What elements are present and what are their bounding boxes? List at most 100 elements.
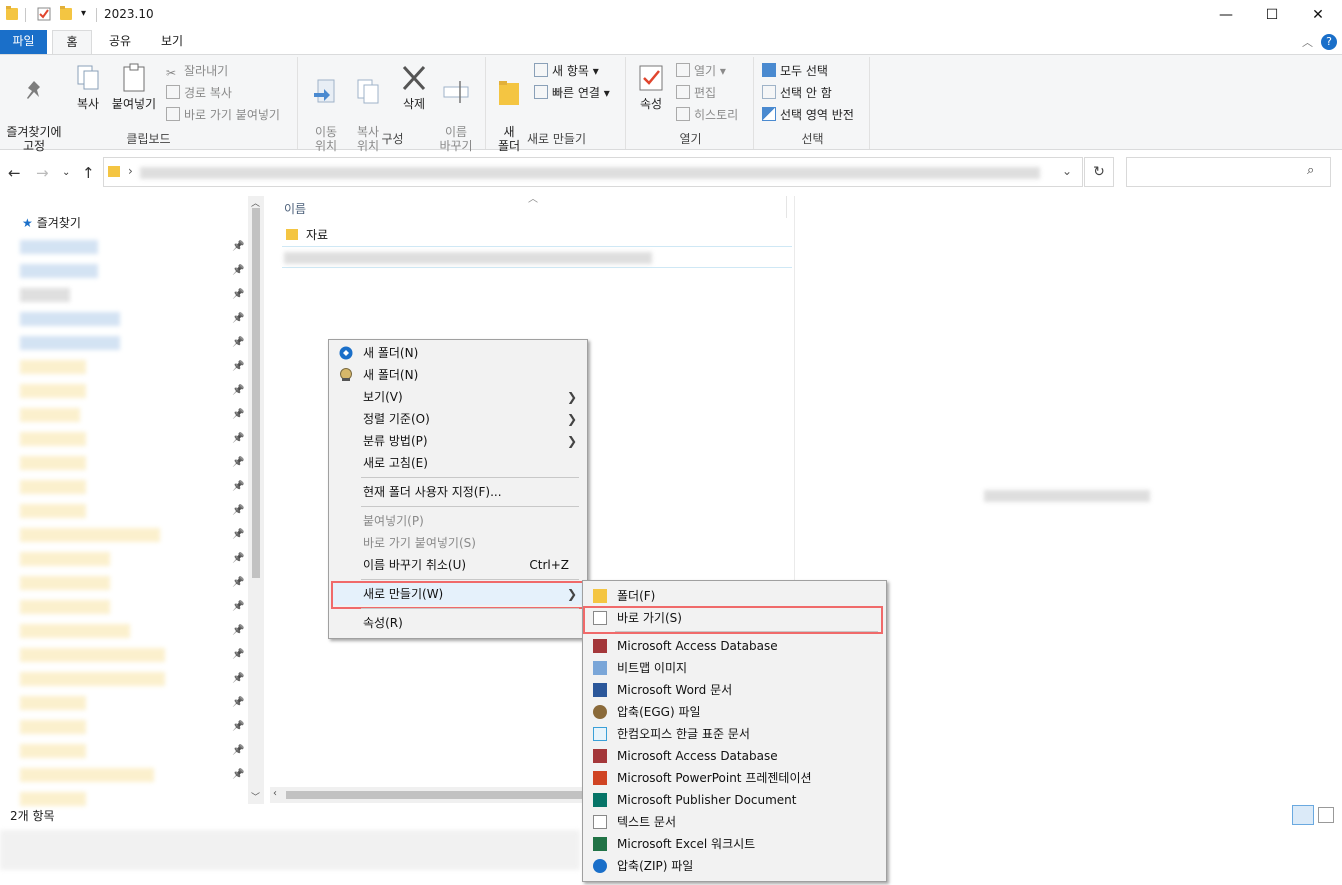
pin-icon[interactable]: 📌: [232, 242, 244, 252]
quick-access-item[interactable]: [20, 600, 110, 614]
address-bar[interactable]: › ⌄: [103, 157, 1083, 187]
properties-button[interactable]: 속성: [634, 63, 668, 111]
pin-icon[interactable]: 📌: [232, 338, 244, 348]
quick-access-item[interactable]: [20, 720, 86, 734]
new-menu-item[interactable]: 압축(EGG) 파일: [585, 701, 884, 723]
quick-access-item[interactable]: [20, 456, 86, 470]
paste-button[interactable]: 붙여넣기: [108, 63, 160, 111]
new-item-button[interactable]: 새 항목 ▾: [534, 61, 599, 81]
pin-icon[interactable]: 📌: [232, 482, 244, 492]
pin-icon[interactable]: 📌: [232, 554, 244, 564]
delete-button[interactable]: 삭제: [396, 63, 432, 111]
new-menu-item[interactable]: Microsoft Access Database: [585, 635, 884, 657]
address-dropdown-icon[interactable]: ⌄: [1062, 164, 1072, 178]
collapse-ribbon-icon[interactable]: ︿: [1302, 34, 1313, 50]
quick-access-item[interactable]: [20, 288, 70, 302]
menu-item-new-folder-2[interactable]: 새 폴더(N): [331, 364, 585, 386]
pin-icon[interactable]: 📌: [232, 674, 244, 684]
quick-access-item[interactable]: [20, 408, 80, 422]
help-icon[interactable]: ?: [1321, 34, 1337, 50]
menu-item-customize-folder[interactable]: 현재 폴더 사용자 지정(F)...: [331, 481, 585, 503]
menu-item-undo-rename[interactable]: 이름 바꾸기 취소(U) Ctrl+Z: [331, 554, 585, 576]
menu-item-paste-shortcut[interactable]: 바로 가기 붙여넣기(S): [331, 532, 585, 554]
menu-item-properties[interactable]: 속성(R): [331, 612, 585, 634]
pin-icon[interactable]: 📌: [232, 530, 244, 540]
pin-icon[interactable]: 📌: [232, 266, 244, 276]
quick-access-item[interactable]: [20, 312, 120, 326]
quick-access-item[interactable]: [20, 240, 98, 254]
new-menu-item[interactable]: Microsoft Excel 워크시트: [585, 833, 884, 855]
tab-home[interactable]: 홈: [52, 30, 92, 54]
menu-item-view[interactable]: 보기(V) ❯: [331, 386, 585, 408]
quick-access-item[interactable]: [20, 744, 86, 758]
file-row[interactable]: 자료: [282, 224, 792, 246]
open-button[interactable]: 열기 ▾: [676, 61, 726, 81]
pin-icon[interactable]: 📌: [232, 578, 244, 588]
copy-path-button[interactable]: 경로 복사: [166, 83, 232, 103]
quick-access-item[interactable]: [20, 696, 86, 710]
quick-access-item[interactable]: [20, 792, 86, 806]
quick-access-item[interactable]: [20, 528, 160, 542]
back-arrow-icon[interactable]: ←: [8, 164, 21, 182]
quick-access-item[interactable]: [20, 384, 86, 398]
pin-icon[interactable]: 📌: [232, 650, 244, 660]
pin-icon[interactable]: 📌: [232, 770, 244, 780]
copy-button[interactable]: 복사: [70, 63, 106, 111]
close-button[interactable]: ✕: [1295, 0, 1341, 30]
pin-icon[interactable]: 📌: [232, 458, 244, 468]
new-menu-item[interactable]: Microsoft Access Database: [585, 745, 884, 767]
pin-icon[interactable]: 📌: [232, 386, 244, 396]
nav-scrollbar[interactable]: ︿ ﹀: [248, 196, 264, 804]
quick-access-item[interactable]: [20, 264, 98, 278]
file-row[interactable]: [282, 246, 792, 268]
quick-access-item[interactable]: [20, 432, 86, 446]
pin-icon[interactable]: 📌: [232, 434, 244, 444]
quick-access-item[interactable]: [20, 504, 86, 518]
nav-scroll-thumb[interactable]: [252, 208, 260, 578]
new-menu-item[interactable]: Microsoft Word 문서: [585, 679, 884, 701]
quick-access-item[interactable]: [20, 336, 120, 350]
new-menu-item[interactable]: 텍스트 문서: [585, 811, 884, 833]
quick-access-item[interactable]: [20, 624, 130, 638]
invert-selection-button[interactable]: 선택 영역 반전: [762, 105, 854, 125]
forward-arrow-icon[interactable]: →: [36, 164, 49, 182]
column-header-name[interactable]: 이름: [284, 200, 306, 217]
new-menu-item[interactable]: 비트맵 이미지: [585, 657, 884, 679]
pin-icon[interactable]: 📌: [232, 626, 244, 636]
pin-icon[interactable]: 📌: [232, 602, 244, 612]
minimize-button[interactable]: —: [1203, 0, 1249, 30]
pin-icon[interactable]: 📌: [232, 722, 244, 732]
menu-item-new-folder[interactable]: 새 폴더(N): [331, 342, 585, 364]
easy-access-button[interactable]: 빠른 연결 ▾: [534, 83, 610, 103]
quick-access-header[interactable]: ★ 즐겨찾기: [22, 214, 81, 231]
menu-item-group-by[interactable]: 분류 방법(P) ❯: [331, 430, 585, 452]
tab-share[interactable]: 공유: [102, 30, 138, 54]
tab-file[interactable]: 파일: [0, 30, 47, 54]
new-menu-item[interactable]: 압축(ZIP) 파일: [585, 855, 884, 877]
maximize-button[interactable]: ☐: [1249, 0, 1295, 30]
select-none-button[interactable]: 선택 안 함: [762, 83, 832, 103]
quick-access-item[interactable]: [20, 648, 165, 662]
large-icons-view-icon[interactable]: [1318, 807, 1334, 823]
scroll-down-icon[interactable]: ﹀: [251, 790, 260, 803]
quick-access-item[interactable]: [20, 360, 86, 374]
new-folder-quick-icon[interactable]: [60, 6, 72, 20]
quick-access-item[interactable]: [20, 576, 110, 590]
menu-item-refresh[interactable]: 새로 고침(E): [331, 452, 585, 474]
horizontal-scroll-thumb[interactable]: [286, 791, 582, 799]
quick-access-item[interactable]: [20, 480, 86, 494]
quick-access-item[interactable]: [20, 768, 154, 782]
menu-item-paste[interactable]: 붙여넣기(P): [331, 510, 585, 532]
menu-item-sort-by[interactable]: 정렬 기준(O) ❯: [331, 408, 585, 430]
scroll-left-icon[interactable]: ‹: [273, 788, 277, 799]
new-menu-item[interactable]: 폴더(F): [585, 585, 884, 607]
pin-icon[interactable]: 📌: [232, 410, 244, 420]
quick-access-item[interactable]: [20, 672, 165, 686]
pin-icon[interactable]: 📌: [232, 698, 244, 708]
edit-button[interactable]: 편집: [676, 83, 716, 103]
search-input[interactable]: ⌕: [1126, 157, 1331, 187]
tab-view[interactable]: 보기: [154, 30, 190, 54]
pin-icon[interactable]: 📌: [232, 290, 244, 300]
history-button[interactable]: 히스토리: [676, 105, 738, 125]
select-all-button[interactable]: 모두 선택: [762, 61, 828, 81]
